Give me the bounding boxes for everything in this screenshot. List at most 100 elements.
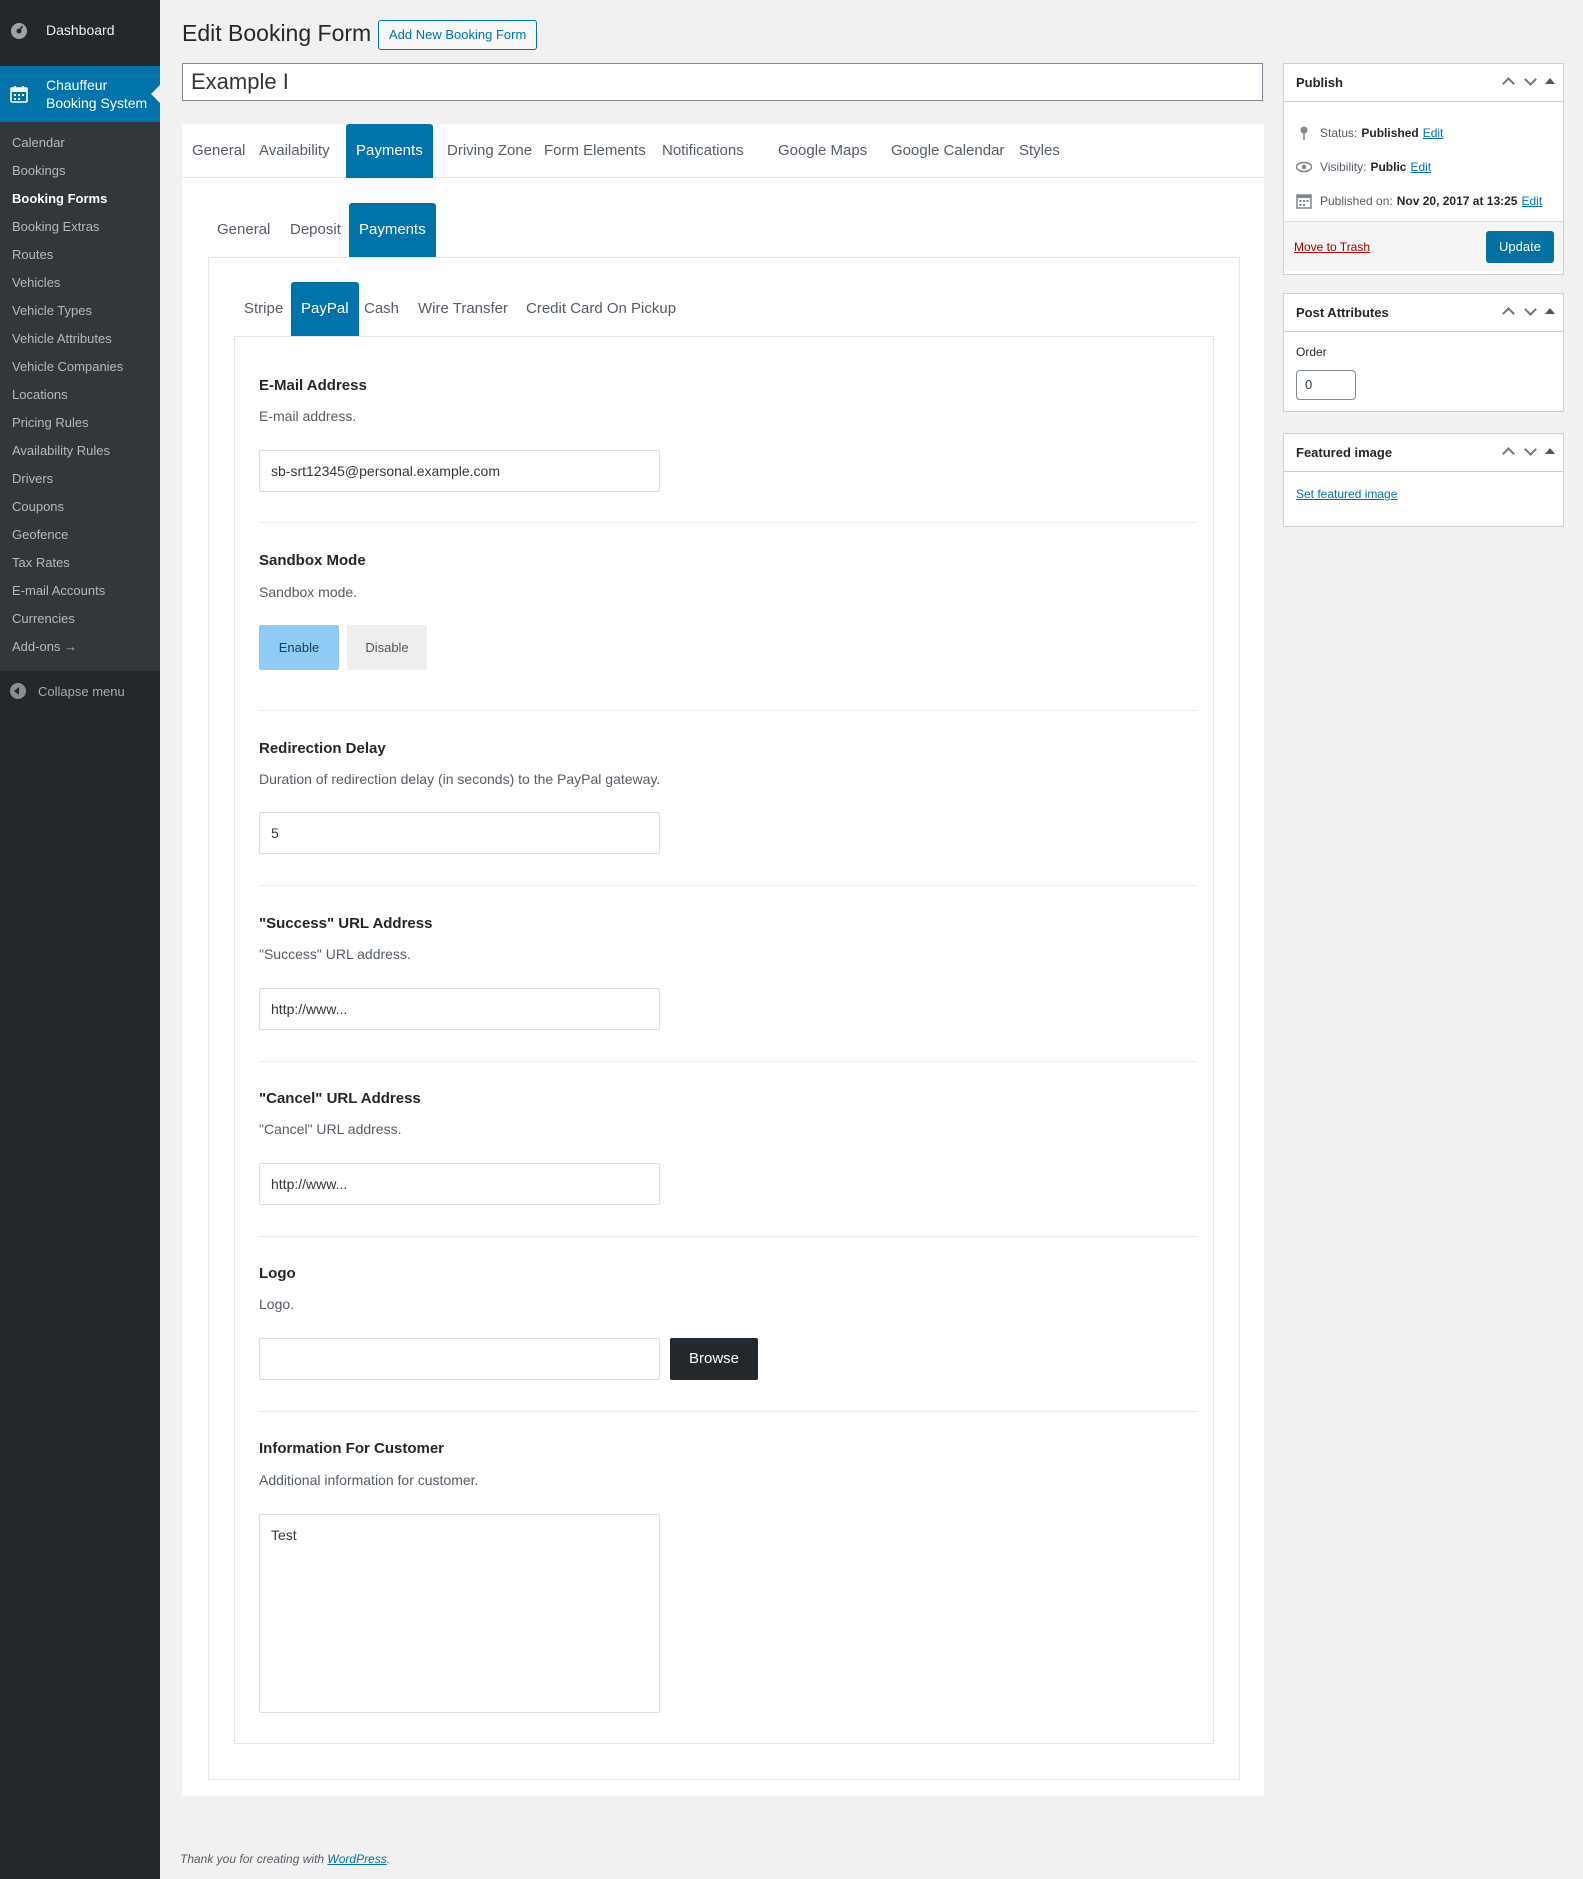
calendar-icon	[10, 86, 28, 103]
publish-actions: Move to Trash Update	[1284, 221, 1563, 271]
gateway-tab-stripe[interactable]: Stripe	[234, 282, 293, 336]
subtab-payments[interactable]: Payments	[349, 203, 436, 257]
delay-field[interactable]: 5	[259, 812, 660, 854]
collapse-menu-button[interactable]: Collapse menu	[0, 673, 160, 709]
collapse-label: Collapse menu	[38, 683, 125, 699]
featured-image-title: Featured image	[1296, 445, 1393, 460]
sidebar-item-coupons[interactable]: Coupons	[0, 493, 160, 521]
gateway-tab-paypal[interactable]: PayPal	[291, 282, 359, 336]
sidebar-item-currencies[interactable]: Currencies	[0, 605, 160, 633]
edit-date-link[interactable]: Edit	[1521, 194, 1542, 208]
sandbox-title: Sandbox Mode	[259, 552, 366, 569]
gateway-tab-credit-card-on-pickup[interactable]: Credit Card On Pickup	[516, 282, 686, 336]
move-to-trash-link[interactable]: Move to Trash	[1294, 240, 1370, 254]
post-attributes-box: Post Attributes Order 0	[1283, 293, 1564, 412]
toggle-panel-icon[interactable]	[1545, 448, 1555, 454]
move-up-icon[interactable]	[1501, 74, 1515, 88]
sidebar-item-booking-forms[interactable]: Booking Forms	[0, 185, 160, 213]
post-attributes-title: Post Attributes	[1296, 305, 1389, 320]
eye-icon	[1296, 161, 1312, 173]
move-up-icon[interactable]	[1501, 444, 1515, 458]
subtab-general[interactable]: General	[207, 203, 280, 257]
sidebar-item-chauffeur-booking-system[interactable]: Chauffeur Booking System	[0, 66, 160, 122]
move-down-icon[interactable]	[1523, 444, 1537, 458]
cancel-url-field[interactable]: http://www...	[259, 1163, 660, 1205]
sandbox-disable-button[interactable]: Disable	[347, 625, 427, 670]
logo-field[interactable]	[259, 1338, 660, 1380]
order-field[interactable]: 0	[1296, 370, 1356, 400]
tab-google-calendar[interactable]: Google Calendar	[881, 124, 1014, 178]
main-tabs: General Availability Payments Driving Zone F…	[182, 124, 1264, 178]
sidebar-item-label: Chauffeur Booking System	[46, 77, 148, 111]
sidebar-item-vehicle-types[interactable]: Vehicle Types	[0, 297, 160, 325]
move-up-icon[interactable]	[1501, 304, 1515, 318]
gateway-tab-wire-transfer[interactable]: Wire Transfer	[408, 282, 518, 336]
sandbox-enable-button[interactable]: Enable	[259, 625, 339, 670]
sidebar-item-availability-rules[interactable]: Availability Rules	[0, 437, 160, 465]
add-new-booking-form-button[interactable]: Add New Booking Form	[378, 20, 538, 50]
tab-availability[interactable]: Availability	[249, 124, 340, 178]
sidebar-item-dashboard[interactable]: Dashboard	[0, 0, 160, 60]
email-field[interactable]: sb-srt12345@personal.example.com	[259, 450, 660, 492]
tab-notifications[interactable]: Notifications	[652, 124, 754, 178]
footer-text: Thank you for creating with	[180, 1852, 325, 1866]
visibility-value: Public	[1370, 160, 1407, 174]
gateway-tab-cash[interactable]: Cash	[354, 282, 409, 336]
published-value: Nov 20, 2017 at 13:25	[1396, 194, 1518, 208]
sidebar-item-label: Dashboard	[46, 22, 115, 38]
move-down-icon[interactable]	[1523, 304, 1537, 318]
sidebar-item-routes[interactable]: Routes	[0, 241, 160, 269]
edit-status-link[interactable]: Edit	[1423, 126, 1444, 140]
tab-general[interactable]: General	[182, 124, 255, 178]
visibility-label: Visibility:	[1320, 160, 1367, 174]
success-url-desc: "Success" URL address.	[259, 946, 411, 962]
sidebar-item-tax-rates[interactable]: Tax Rates	[0, 549, 160, 577]
tab-form-elements[interactable]: Form Elements	[534, 124, 656, 178]
tab-styles[interactable]: Styles	[1009, 124, 1070, 178]
move-down-icon[interactable]	[1523, 74, 1537, 88]
sidebar-item-geofence[interactable]: Geofence	[0, 521, 160, 549]
cancel-url-title: "Cancel" URL Address	[259, 1090, 421, 1107]
sidebar-item-pricing-rules[interactable]: Pricing Rules	[0, 409, 160, 437]
sandbox-desc: Sandbox mode.	[259, 584, 358, 600]
info-textarea[interactable]: Test	[259, 1514, 660, 1713]
subtab-deposit[interactable]: Deposit	[280, 203, 351, 257]
pin-icon	[1300, 126, 1308, 140]
sidebar-item-vehicles[interactable]: Vehicles	[0, 269, 160, 297]
sidebar-item-calendar[interactable]: Calendar	[0, 129, 160, 157]
sidebar-item-bookings[interactable]: Bookings	[0, 157, 160, 185]
edit-visibility-link[interactable]: Edit	[1410, 160, 1431, 174]
sidebar-item-add-ons[interactable]: Add-ons →	[0, 633, 160, 661]
publish-title: Publish	[1296, 75, 1343, 90]
sidebar-item-booking-extras[interactable]: Booking Extras	[0, 213, 160, 241]
tab-google-maps[interactable]: Google Maps	[768, 124, 877, 178]
tab-driving-zone[interactable]: Driving Zone	[437, 124, 542, 178]
toggle-panel-icon[interactable]	[1545, 308, 1555, 314]
featured-image-box: Featured image Set featured image	[1283, 433, 1564, 527]
box-controls	[1501, 74, 1555, 88]
post-attributes-header: Post Attributes	[1284, 294, 1563, 332]
wordpress-link[interactable]: WordPress	[327, 1852, 386, 1866]
sidebar-item-drivers[interactable]: Drivers	[0, 465, 160, 493]
sidebar-item-vehicle-attributes[interactable]: Vehicle Attributes	[0, 325, 160, 353]
divider	[259, 522, 1197, 523]
sidebar-item-vehicle-companies[interactable]: Vehicle Companies	[0, 353, 160, 381]
update-button[interactable]: Update	[1486, 231, 1554, 263]
sidebar-item-e-mail-accounts[interactable]: E-mail Accounts	[0, 577, 160, 605]
toggle-panel-icon[interactable]	[1545, 78, 1555, 84]
browse-button[interactable]: Browse	[670, 1338, 758, 1380]
status-label: Status:	[1320, 126, 1358, 140]
status-row: Status: Published Edit	[1296, 125, 1443, 141]
featured-image-header: Featured image	[1284, 434, 1563, 472]
cancel-url-desc: "Cancel" URL address.	[259, 1121, 402, 1137]
set-featured-image-link[interactable]: Set featured image	[1296, 487, 1397, 501]
tab-payments[interactable]: Payments	[346, 124, 433, 178]
sidebar-item-locations[interactable]: Locations	[0, 381, 160, 409]
page-title: Edit Booking Form	[182, 20, 372, 46]
collapse-icon	[10, 683, 26, 699]
success-url-field[interactable]: http://www...	[259, 988, 660, 1030]
post-title-input[interactable]: Example I	[182, 63, 1263, 101]
logo-desc: Logo.	[259, 1296, 295, 1312]
dashboard-icon	[11, 23, 27, 39]
divider	[259, 885, 1197, 886]
